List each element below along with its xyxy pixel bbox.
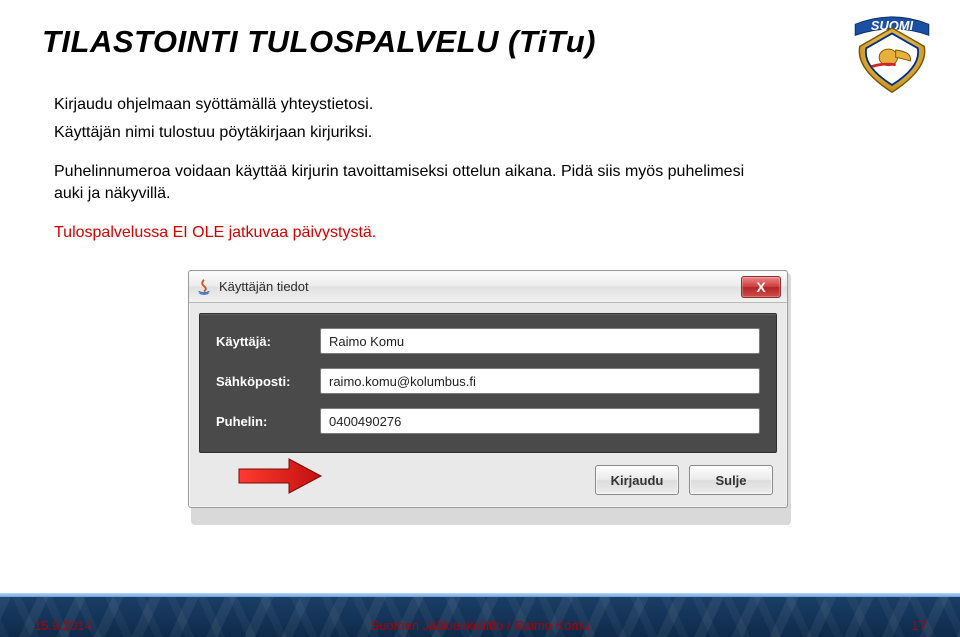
suomi-logo: SUOMI	[846, 4, 938, 96]
java-icon	[195, 278, 213, 296]
close-icon: X	[756, 279, 765, 295]
dialog-title: Käyttäjän tiedot	[219, 279, 741, 294]
close-button[interactable]: Sulje	[689, 465, 773, 495]
user-label: Käyttäjä:	[216, 334, 320, 349]
dialog-close-button[interactable]: X	[741, 276, 781, 298]
footer-center: Suomen Jääkiekkoliitto / Raimo Komu	[0, 618, 960, 633]
dialog-form: Käyttäjä: Raimo Komu Sähköposti: raimo.k…	[199, 313, 777, 453]
page-title: TILASTOINTI TULOSPALVELU (TiTu)	[42, 24, 596, 60]
login-button[interactable]: Kirjaudu	[595, 465, 679, 495]
body-text: Kirjaudu ohjelmaan syöttämällä yhteystie…	[54, 94, 774, 250]
phone-label: Puhelin:	[216, 414, 320, 429]
paragraph-3: Puhelinnumeroa voidaan käyttää kirjurin …	[54, 161, 774, 206]
user-field[interactable]: Raimo Komu	[320, 328, 760, 354]
footer: 15.9.2014 Suomen Jääkiekkoliitto / Raimo…	[0, 618, 960, 633]
email-field[interactable]: raimo.komu@kolumbus.fi	[320, 368, 760, 394]
paragraph-1: Kirjaudu ohjelmaan syöttämällä yhteystie…	[54, 94, 774, 116]
paragraph-2: Käyttäjän nimi tulostuu pöytäkirjaan kir…	[54, 122, 774, 144]
dialog-titlebar: Käyttäjän tiedot X	[189, 271, 787, 303]
phone-field[interactable]: 0400490276	[320, 408, 760, 434]
paragraph-warning: Tulospalvelussa EI OLE jatkuvaa päivysty…	[54, 222, 774, 244]
login-dialog: Käyttäjän tiedot X Käyttäjä: Raimo Komu …	[188, 270, 788, 508]
email-label: Sähköposti:	[216, 374, 320, 389]
